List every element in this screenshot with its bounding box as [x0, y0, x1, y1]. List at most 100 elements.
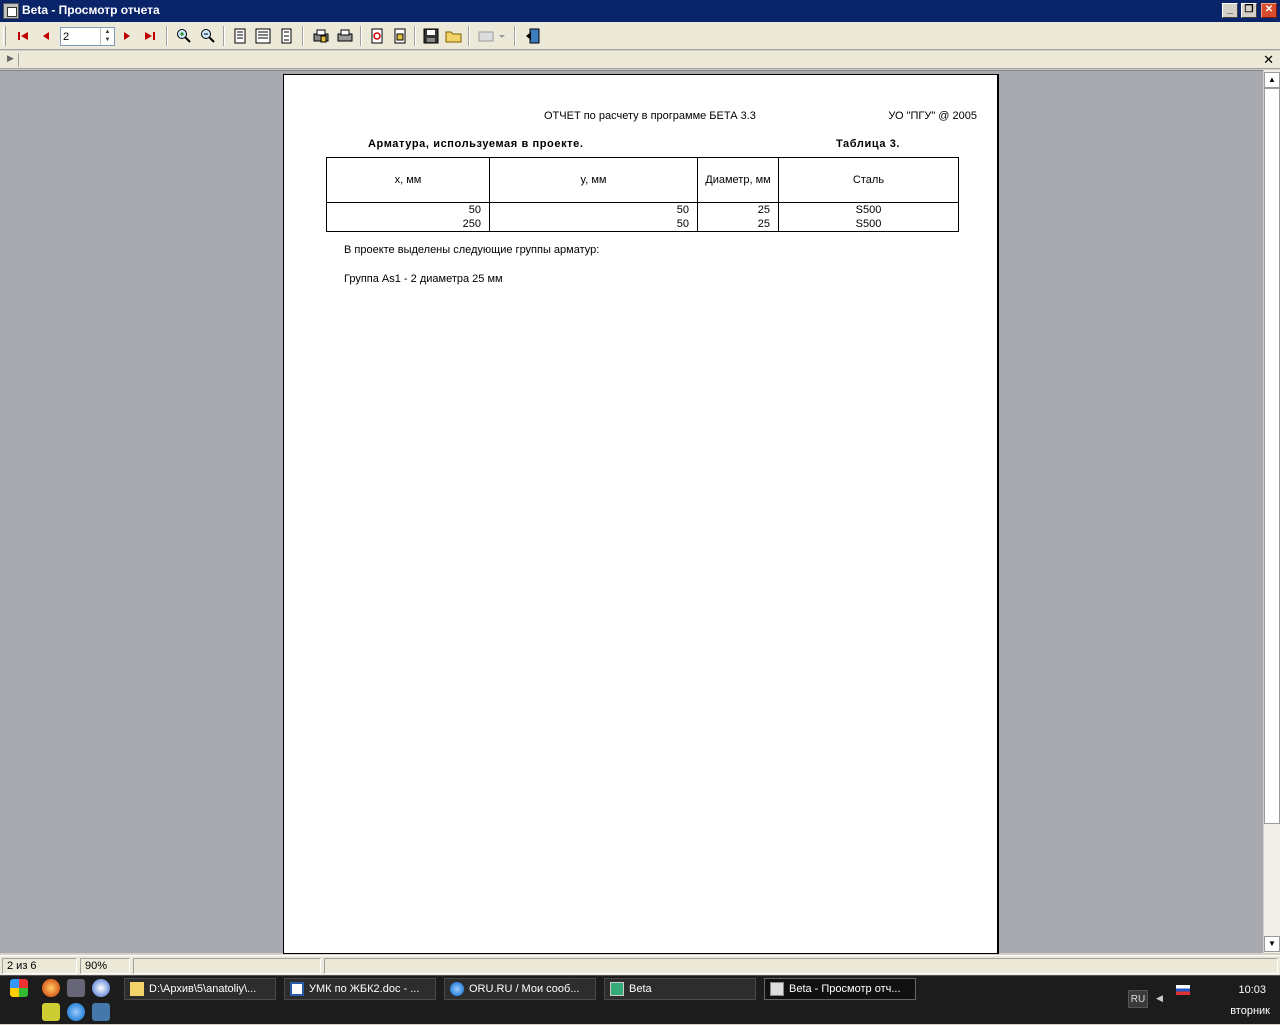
first-page-button[interactable]: [12, 25, 34, 47]
spin-arrows[interactable]: ▲ ▼: [100, 28, 114, 45]
table-cell: 25: [697, 202, 779, 217]
page-width-icon: [255, 28, 271, 44]
clock-time[interactable]: 10:03: [1238, 984, 1266, 996]
print-setup-button[interactable]: [310, 25, 332, 47]
prev-page-button[interactable]: [35, 25, 57, 47]
single-page-button[interactable]: [229, 25, 251, 47]
prev-page-icon: [43, 32, 49, 40]
report-page: ОТЧЕТ по расчету в программе БЕТА 3.3 УО…: [283, 74, 999, 954]
report-viewer: ОТЧЕТ по расчету в программе БЕТА 3.3 УО…: [0, 70, 1263, 954]
taskbar-item-label: УМК по ЖБК2.doc - ...: [309, 983, 420, 995]
printer-icon: [337, 29, 353, 42]
print-button[interactable]: [334, 25, 356, 47]
expand-arrow-icon[interactable]: ▶: [7, 53, 14, 64]
taskbar-item-browser[interactable]: ORU.RU / Мои сооб...: [444, 978, 596, 1000]
page-width-button[interactable]: [252, 25, 274, 47]
status-bar: 2 из 6 90%: [0, 955, 1280, 975]
table-cell: S500: [778, 217, 959, 232]
title-bar: Beta - Просмотр отчета _ ❐ ✕: [0, 0, 1280, 22]
report-copyright: УО "ПГУ" @ 2005: [888, 110, 977, 122]
multi-page-icon: [281, 28, 292, 44]
zoom-out-button[interactable]: [197, 25, 219, 47]
floppy-icon: [423, 28, 439, 44]
show-desktop-icon[interactable]: [92, 1003, 110, 1021]
table-row: 50 50 25 S500: [326, 202, 959, 217]
first-page-icon: [18, 32, 28, 40]
open-button[interactable]: [443, 25, 465, 47]
last-page-icon: [145, 32, 155, 40]
next-page-icon: [124, 32, 130, 40]
tools-icon[interactable]: [67, 979, 85, 997]
taskbar-item-label: ORU.RU / Мои сооб...: [469, 983, 580, 995]
toolbar-separator: [223, 26, 225, 46]
open-folder-icon: [445, 31, 462, 43]
table-cell: S500: [778, 202, 959, 217]
page-number-input[interactable]: [63, 29, 101, 44]
beta-app-icon: [610, 982, 624, 996]
report-section-title: Арматура, используемая в проекте.: [368, 138, 584, 150]
page-status: 2 из 6: [2, 958, 77, 974]
page-number-spinner[interactable]: ▲ ▼: [60, 27, 115, 46]
vertical-scrollbar[interactable]: ▲ ▼: [1263, 70, 1280, 953]
taskbar-item-word[interactable]: УМК по ЖБК2.doc - ...: [284, 978, 436, 1000]
clock-app-icon[interactable]: [42, 1003, 60, 1021]
report-group-line: Группа As1 - 2 диаметра 25 мм: [344, 273, 503, 285]
rebar-table: x, мм y, мм Диаметр, мм Сталь 50 50 25 S…: [326, 157, 959, 232]
export-button[interactable]: [389, 25, 411, 47]
taskbar-item-beta[interactable]: Beta: [604, 978, 756, 1000]
app-icon[interactable]: [3, 3, 19, 19]
browser-icon[interactable]: [42, 979, 60, 997]
restore-button[interactable]: ❐: [1241, 3, 1257, 18]
last-page-button[interactable]: [139, 25, 161, 47]
column-header: y, мм: [489, 157, 698, 203]
taskbar: D:\Архив\5\anatoliy\... УМК по ЖБК2.doc …: [0, 975, 1280, 1024]
toolbar-separator: [166, 26, 168, 46]
table-cell: 50: [489, 217, 698, 232]
single-page-icon: [234, 28, 246, 44]
taskbar-item-report-preview[interactable]: Beta - Просмотр отч...: [764, 978, 916, 1000]
taskbar-item-explorer[interactable]: D:\Архив\5\anatoliy\...: [124, 978, 276, 1000]
scroll-down-icon[interactable]: ▼: [1264, 936, 1280, 952]
zoom-in-icon: [177, 29, 191, 43]
bar-divider: [18, 53, 19, 67]
status-panel: [133, 958, 321, 974]
minimize-button[interactable]: _: [1222, 3, 1238, 18]
language-indicator[interactable]: RU: [1128, 990, 1148, 1008]
next-page-button[interactable]: [116, 25, 138, 47]
export-icon: [394, 28, 406, 44]
column-header: Сталь: [778, 157, 959, 203]
close-button[interactable]: ✕: [1261, 3, 1277, 18]
toolbar-separator: [302, 26, 304, 46]
toolbar-separator: [514, 26, 516, 46]
clock-day: вторник: [1230, 1005, 1270, 1017]
exit-button[interactable]: [522, 25, 544, 47]
table-row: 250 50 25 S500: [326, 217, 959, 232]
scroll-up-icon[interactable]: ▲: [1264, 72, 1280, 88]
zoom-out-icon: [201, 29, 215, 43]
save-button[interactable]: [420, 25, 442, 47]
report-header: ОТЧЕТ по расчету в программе БЕТА 3.3: [544, 110, 756, 122]
mail-icon: [478, 31, 505, 42]
refresh-button[interactable]: [366, 25, 388, 47]
column-header: Диаметр, мм: [697, 157, 779, 203]
outline-bar: ▶ ✕: [0, 51, 1280, 69]
zoom-in-button[interactable]: [173, 25, 195, 47]
ie-icon: [450, 982, 464, 996]
start-button[interactable]: [10, 979, 28, 997]
table-cell: 50: [489, 202, 698, 217]
tray-expand-icon[interactable]: ◀: [1156, 993, 1163, 1004]
spin-down-icon[interactable]: ▼: [101, 36, 114, 44]
send-mail-button[interactable]: [473, 25, 509, 47]
close-outline-icon[interactable]: ✕: [1263, 52, 1274, 68]
media-player-icon[interactable]: [92, 979, 110, 997]
system-tray: RU ◀ 10:03 вторник: [1120, 976, 1280, 1025]
folder-icon: [130, 982, 144, 996]
multi-page-button[interactable]: [275, 25, 297, 47]
russian-flag-icon[interactable]: [1176, 985, 1190, 995]
spin-up-icon[interactable]: ▲: [101, 28, 114, 36]
scroll-thumb[interactable]: [1264, 88, 1280, 824]
exit-door-icon: [526, 28, 540, 44]
internet-explorer-icon[interactable]: [67, 1003, 85, 1021]
table-header-row: x, мм y, мм Диаметр, мм Сталь: [326, 157, 959, 203]
toolbar-handle[interactable]: [3, 26, 6, 46]
